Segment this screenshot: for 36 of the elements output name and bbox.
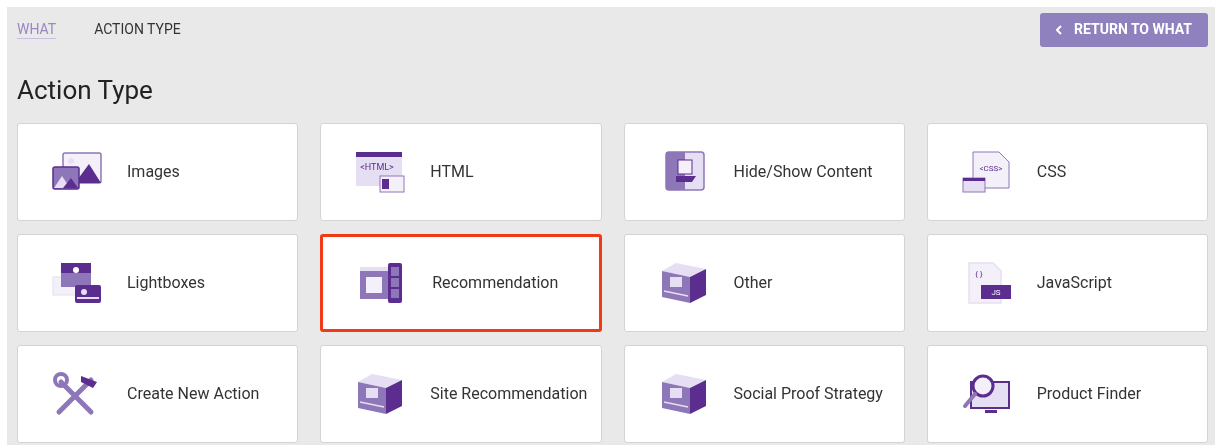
action-type-card[interactable]: Lightboxes xyxy=(17,234,299,332)
icon-text: <HTML> xyxy=(360,162,395,172)
action-type-label: Recommendation xyxy=(432,272,559,294)
icon-badge-text: JS xyxy=(991,288,1001,297)
browser-window-icon xyxy=(356,152,405,193)
action-type-label: Lightboxes xyxy=(127,272,205,294)
action-type-card[interactable]: Other xyxy=(623,234,905,332)
action-type-label: Product Finder xyxy=(1036,383,1142,405)
action-type-label: Site Recommendation xyxy=(430,383,588,405)
action-type-card[interactable]: Site Recommendation xyxy=(320,345,602,443)
action-type-label: Images xyxy=(127,161,180,183)
action-type-card[interactable]: { } JS JavaScript xyxy=(926,234,1208,332)
page-title: Action Type xyxy=(17,74,154,107)
action-type-label: JavaScript xyxy=(1036,272,1112,294)
action-type-card[interactable]: Images xyxy=(17,123,299,221)
magnifier-screen-icon xyxy=(960,372,1013,416)
action-type-label: HTML xyxy=(430,161,474,183)
action-type-card[interactable]: Hide/Show Content xyxy=(623,123,905,221)
action-type-label: Social Proof Strategy xyxy=(733,383,883,405)
chevron-left-icon xyxy=(1056,24,1063,35)
action-type-label: Other xyxy=(733,272,773,294)
action-type-label: Hide/Show Content xyxy=(733,161,873,183)
file-window-icon xyxy=(962,151,1010,193)
icon-text: <CSS> xyxy=(979,164,1003,173)
action-type-card[interactable]: Recommendation xyxy=(320,234,602,332)
action-type-card[interactable]: <HTML> HTML xyxy=(320,123,602,221)
lightbox-icon xyxy=(51,261,103,305)
action-type-card[interactable]: Social Proof Strategy xyxy=(623,345,905,443)
file-icon xyxy=(968,262,1011,304)
icon-text: { } xyxy=(975,270,983,279)
action-type-card[interactable]: Product Finder xyxy=(926,345,1208,443)
action-type-label: CSS xyxy=(1036,161,1067,183)
action-type-card[interactable]: Create New Action xyxy=(17,345,299,443)
action-type-label: Create New Action xyxy=(127,383,260,405)
breadcrumb-current: ACTION TYPE xyxy=(94,20,181,39)
action-type-card[interactable]: <CSS> CSS xyxy=(926,123,1208,221)
